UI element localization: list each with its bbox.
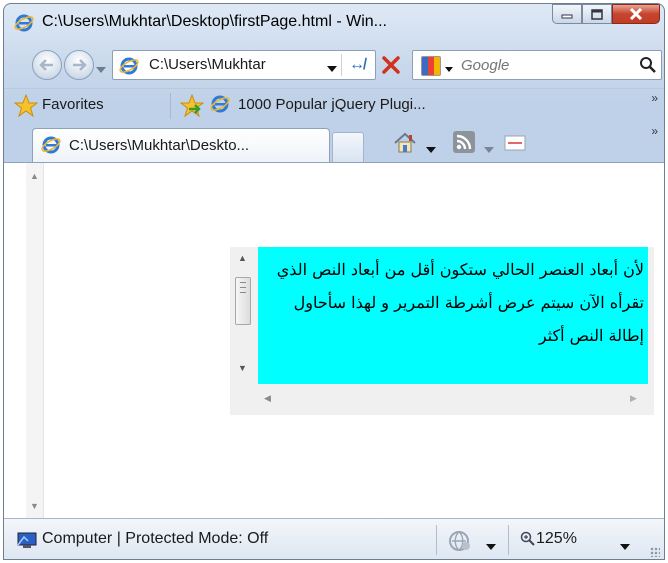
- forward-arrow-icon: [73, 59, 87, 71]
- search-icon[interactable]: [639, 56, 657, 74]
- browser-window: C:\Users\Mukhtar\Desktop\firstPage.html …: [3, 3, 665, 560]
- manage-addons-icon[interactable]: [448, 530, 472, 552]
- scroll-box-text: لأن أبعاد العنصر الحالي ستكون أقل من أبع…: [258, 247, 648, 384]
- home-icon[interactable]: [392, 130, 418, 156]
- minimize-icon: [561, 14, 573, 19]
- tab-ie-icon: [41, 136, 61, 154]
- address-text[interactable]: C:\Users\Mukhtar: [149, 56, 266, 73]
- status-separator: [508, 525, 509, 555]
- add-to-favorites-bar-icon[interactable]: [180, 94, 206, 118]
- back-arrow-icon: [39, 59, 53, 71]
- new-tab-button[interactable]: [332, 132, 364, 162]
- window-title: C:\Users\Mukhtar\Desktop\firstPage.html …: [42, 13, 387, 30]
- computer-zone-icon: [17, 532, 37, 548]
- favorite-link[interactable]: 1000 Popular jQuery Plugi...: [238, 96, 426, 113]
- recent-pages-dropdown-icon[interactable]: [96, 60, 106, 77]
- zoom-magnifier-icon[interactable]: [520, 531, 536, 547]
- resize-grip-icon[interactable]: [650, 547, 660, 557]
- favorites-star-icon[interactable]: [14, 94, 38, 118]
- feeds-dropdown-icon[interactable]: [484, 140, 494, 157]
- scrollable-text-box[interactable]: ▲ ▼ لأن أبعاد العنصر الحالي ستكون أقل من…: [230, 247, 654, 415]
- close-icon: [629, 8, 643, 20]
- page-content: ▲ ▼ ▲ ▼ لأن أبعاد العنصر الحالي ستكون أق…: [4, 162, 664, 519]
- read-mail-icon[interactable]: [504, 134, 526, 152]
- forward-button[interactable]: [64, 50, 94, 80]
- box-scroll-up-arrow-icon[interactable]: ▲: [238, 253, 247, 263]
- search-provider-dropdown-icon[interactable]: [445, 59, 453, 76]
- address-dropdown-icon[interactable]: [327, 59, 337, 76]
- window-controls: [552, 4, 660, 26]
- tab-firstpage[interactable]: C:\Users\Mukhtar\Deskto...: [32, 128, 330, 162]
- status-bar: Computer | Protected Mode: Off 125%: [4, 518, 664, 559]
- stop-icon[interactable]: [380, 54, 402, 76]
- page-scroll-down-arrow-icon[interactable]: ▼: [30, 501, 39, 511]
- box-vertical-scrollbar[interactable]: ▲ ▼: [230, 247, 256, 384]
- minimize-button[interactable]: [552, 4, 582, 24]
- tab-label: C:\Users\Mukhtar\Deskto...: [69, 137, 250, 154]
- box-scroll-left-arrow-icon[interactable]: ◀: [264, 393, 271, 404]
- search-box: [412, 50, 662, 80]
- favorites-bar: Favorites 1000 Popular jQuery Plugi... »: [4, 88, 664, 124]
- close-button[interactable]: [612, 4, 660, 24]
- box-scroll-down-arrow-icon[interactable]: ▼: [238, 363, 247, 373]
- security-zone-text: Computer | Protected Mode: Off: [42, 530, 269, 547]
- favorites-overflow-chevron-icon[interactable]: »: [651, 91, 658, 105]
- maximize-button[interactable]: [582, 4, 612, 24]
- page-vertical-scrollbar[interactable]: ▲ ▼: [26, 163, 44, 519]
- navigation-bar: C:\Users\Mukhtar ↮: [4, 44, 664, 86]
- box-horizontal-scrollbar[interactable]: ◀ ▶: [230, 384, 654, 415]
- tab-bar: C:\Users\Mukhtar\Deskto... »: [4, 124, 664, 162]
- title-bar[interactable]: C:\Users\Mukhtar\Desktop\firstPage.html …: [4, 4, 664, 44]
- addons-dropdown-icon[interactable]: [486, 537, 496, 554]
- page-scroll-up-arrow-icon[interactable]: ▲: [30, 171, 39, 181]
- refresh-icon[interactable]: ↮: [349, 56, 365, 74]
- address-separator: [341, 54, 342, 76]
- command-bar-overflow-chevron-icon[interactable]: »: [651, 124, 658, 138]
- favorites-separator: [170, 93, 171, 119]
- back-button[interactable]: [32, 50, 62, 80]
- zoom-level[interactable]: 125%: [536, 530, 577, 548]
- search-input[interactable]: [461, 51, 621, 79]
- box-scroll-right-arrow-icon[interactable]: ▶: [630, 393, 637, 404]
- favorites-button-label[interactable]: Favorites: [42, 96, 104, 113]
- address-bar[interactable]: C:\Users\Mukhtar ↮: [112, 50, 376, 80]
- rss-feeds-icon[interactable]: [452, 130, 476, 154]
- zoom-dropdown-icon[interactable]: [620, 537, 630, 554]
- favorite-link-ie-icon: [210, 95, 230, 113]
- status-separator: [436, 525, 437, 555]
- search-provider-icon: [421, 56, 441, 76]
- maximize-icon: [591, 8, 603, 20]
- page-ie-icon: [119, 57, 139, 75]
- box-vertical-scroll-thumb[interactable]: [235, 277, 251, 325]
- home-dropdown-icon[interactable]: [426, 140, 436, 157]
- ie-logo-icon: [14, 14, 34, 32]
